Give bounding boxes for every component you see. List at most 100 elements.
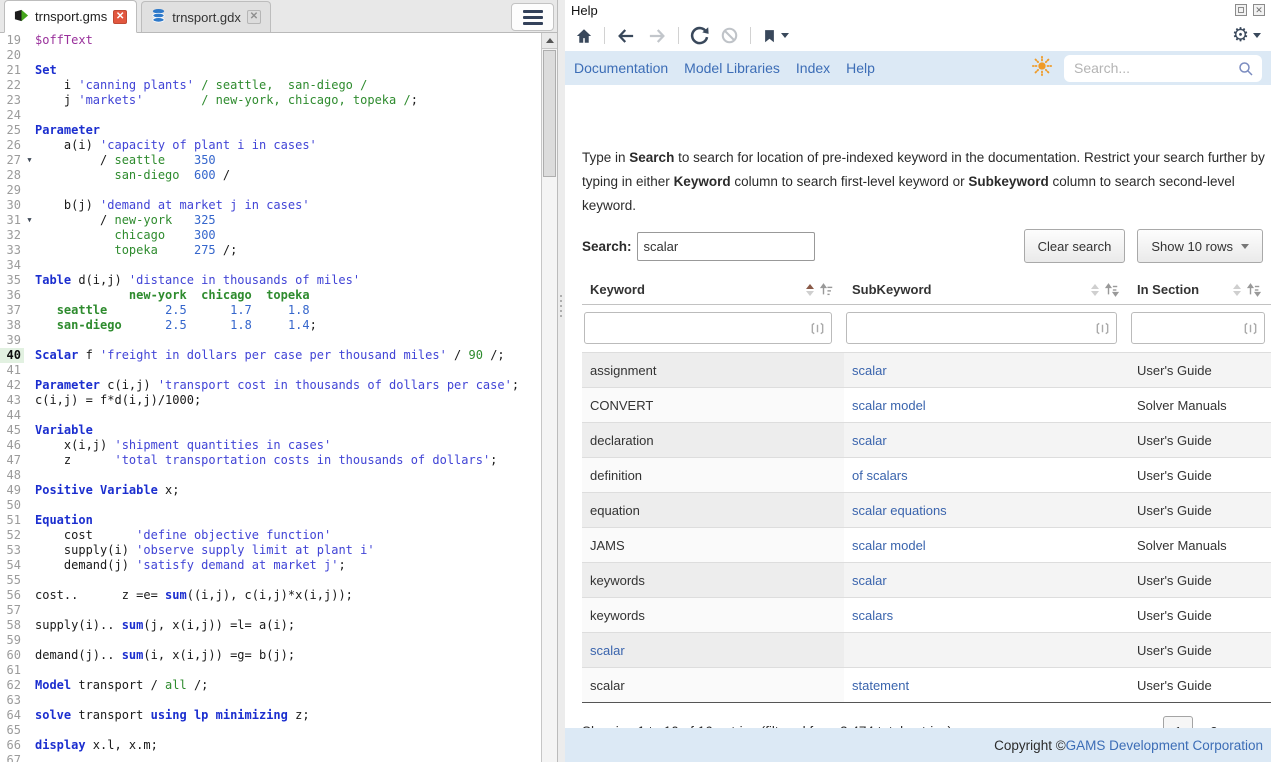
close-tab-icon[interactable]: ✕ xyxy=(113,10,127,24)
back-icon[interactable] xyxy=(616,27,636,45)
code-line: 49Positive Variable x; xyxy=(0,483,541,498)
keyword-search-input[interactable] xyxy=(637,232,815,261)
column-header-subkeyword[interactable]: SubKeyword xyxy=(844,282,1129,297)
column-header-section[interactable]: In Section xyxy=(1129,282,1271,297)
editor-pane: trnsport.gms ✕ trnsport.gdx ✕ 19$offText… xyxy=(0,0,557,762)
code-line: 43c(i,j) = f*d(i,j)/1000; xyxy=(0,393,541,408)
keyword-cell: keywords xyxy=(590,608,645,623)
search-icon xyxy=(1237,60,1255,78)
tab-trnsport-gdx[interactable]: trnsport.gdx ✕ xyxy=(141,1,271,32)
section-cell: Solver Manuals xyxy=(1137,398,1227,413)
keyword-cell: JAMS xyxy=(590,538,625,553)
subkeyword-link[interactable]: scalar xyxy=(852,573,887,588)
show-rows-select[interactable]: Show 10 rows xyxy=(1137,229,1263,263)
keyword-cell: keywords xyxy=(590,573,645,588)
code-line: 53 supply(i) 'observe supply limit at pl… xyxy=(0,543,541,558)
subkeyword-link[interactable]: scalar xyxy=(852,433,887,448)
pane-splitter[interactable] xyxy=(557,0,565,762)
code-line: 36 new-york chicago topeka xyxy=(0,288,541,303)
doc-search-input[interactable] xyxy=(1064,55,1262,82)
code-line: 26 a(i) 'capacity of plant i in cases' xyxy=(0,138,541,153)
keyword-cell: assignment xyxy=(590,363,656,378)
editor-menu-button[interactable] xyxy=(511,3,554,31)
gear-icon[interactable]: ⚙ xyxy=(1232,26,1249,45)
code-line: 31▼ / new-york 325 xyxy=(0,213,541,228)
help-nav-links: Documentation Model Libraries Index Help xyxy=(574,60,875,76)
code-line: 48 xyxy=(0,468,541,483)
editor-scrollbar[interactable] xyxy=(541,33,557,762)
code-line: 29 xyxy=(0,183,541,198)
float-panel-icon[interactable] xyxy=(1235,4,1247,16)
forward-icon[interactable] xyxy=(647,27,667,45)
sort-order-icon xyxy=(1247,283,1261,297)
code-line: 55 xyxy=(0,573,541,588)
table-row: scalarstatementUser's Guide xyxy=(582,668,1271,703)
clear-search-button[interactable]: Clear search xyxy=(1024,229,1126,263)
code-line: 66display x.l, x.m; xyxy=(0,738,541,753)
keyword-filter-input[interactable] xyxy=(584,312,832,344)
nav-link-documentation[interactable]: Documentation xyxy=(574,60,668,76)
fold-marker-icon[interactable]: ▼ xyxy=(24,213,35,228)
home-icon[interactable] xyxy=(575,27,593,45)
tab-trnsport-gms[interactable]: trnsport.gms ✕ xyxy=(4,0,137,33)
gdx-database-icon xyxy=(151,8,166,26)
sort-arrows-icon xyxy=(806,284,814,296)
reload-icon[interactable] xyxy=(690,26,709,45)
table-row: declarationscalarUser's Guide xyxy=(582,423,1271,458)
table-row: assignment scalar User's Guide xyxy=(582,353,1271,388)
scroll-up-arrow-icon[interactable] xyxy=(542,33,557,49)
code-line: 46 x(i,j) 'shipment quantities in cases' xyxy=(0,438,541,453)
subkeyword-link[interactable]: of scalars xyxy=(852,468,908,483)
code-line: 34 xyxy=(0,258,541,273)
subkeyword-link[interactable]: scalar xyxy=(852,363,887,378)
keyword-cell[interactable]: scalar xyxy=(590,643,625,658)
subkeyword-filter-input[interactable] xyxy=(846,312,1117,344)
subkeyword-link[interactable]: scalar equations xyxy=(852,503,947,518)
column-filter-icon xyxy=(1095,321,1110,336)
gams-file-icon xyxy=(14,8,29,26)
section-cell: User's Guide xyxy=(1137,468,1212,483)
bookmark-dropdown-icon[interactable] xyxy=(781,33,789,38)
page-1-button[interactable]: 1 xyxy=(1163,716,1193,728)
code-line: 60demand(j).. sum(i, x(i,j)) =g= b(j); xyxy=(0,648,541,663)
stop-icon[interactable] xyxy=(720,26,739,45)
code-line: 39 xyxy=(0,333,541,348)
section-cell: User's Guide xyxy=(1137,363,1212,378)
copyright-bar: Copyright © GAMS Development Corporation xyxy=(565,728,1271,762)
code-line: 23 j 'markets' / new-york, chicago, tope… xyxy=(0,93,541,108)
code-line: 19$offText xyxy=(0,33,541,48)
sort-arrows-icon xyxy=(1091,284,1099,296)
gams-corporation-link[interactable]: GAMS Development Corporation xyxy=(1066,738,1263,753)
subkeyword-link[interactable]: scalars xyxy=(852,608,893,623)
table-row: CONVERT scalar model Solver Manuals xyxy=(582,388,1271,423)
code-line: 47 z 'total transportation costs in thou… xyxy=(0,453,541,468)
section-cell: User's Guide xyxy=(1137,608,1212,623)
scrollbar-thumb[interactable] xyxy=(543,50,556,177)
code-line: 37 seattle 2.5 1.7 1.8 xyxy=(0,303,541,318)
code-editor[interactable]: 19$offText2021Set22 i 'canning plants' /… xyxy=(0,33,541,762)
subkeyword-link[interactable]: scalar model xyxy=(852,538,926,553)
code-line: 54 demand(j) 'satisfy demand at market j… xyxy=(0,558,541,573)
bookmark-icon[interactable] xyxy=(762,27,789,45)
nav-link-help[interactable]: Help xyxy=(846,60,875,76)
keyword-cell: CONVERT xyxy=(590,398,653,413)
code-line: 57 xyxy=(0,603,541,618)
column-header-keyword[interactable]: Keyword xyxy=(582,282,844,297)
chevron-down-icon xyxy=(1241,244,1249,249)
help-settings[interactable]: ⚙ xyxy=(1232,26,1261,45)
close-tab-icon[interactable]: ✕ xyxy=(247,10,261,24)
section-cell: User's Guide xyxy=(1137,678,1212,693)
subkeyword-link[interactable]: statement xyxy=(852,678,909,693)
section-cell: Solver Manuals xyxy=(1137,538,1227,553)
column-filter-row xyxy=(582,305,1271,353)
fold-marker-icon[interactable]: ▼ xyxy=(24,153,35,168)
settings-dropdown-icon[interactable] xyxy=(1253,33,1261,38)
help-titlebar: Help ✕ xyxy=(565,0,1271,20)
subkeyword-link[interactable]: scalar model xyxy=(852,398,926,413)
nav-link-index[interactable]: Index xyxy=(796,60,830,76)
theme-sun-icon[interactable] xyxy=(1031,55,1053,82)
close-panel-icon[interactable]: ✕ xyxy=(1253,4,1265,16)
table-row: keywords scalars User's Guide xyxy=(582,598,1271,633)
section-cell: User's Guide xyxy=(1137,433,1212,448)
nav-link-model-libraries[interactable]: Model Libraries xyxy=(684,60,780,76)
